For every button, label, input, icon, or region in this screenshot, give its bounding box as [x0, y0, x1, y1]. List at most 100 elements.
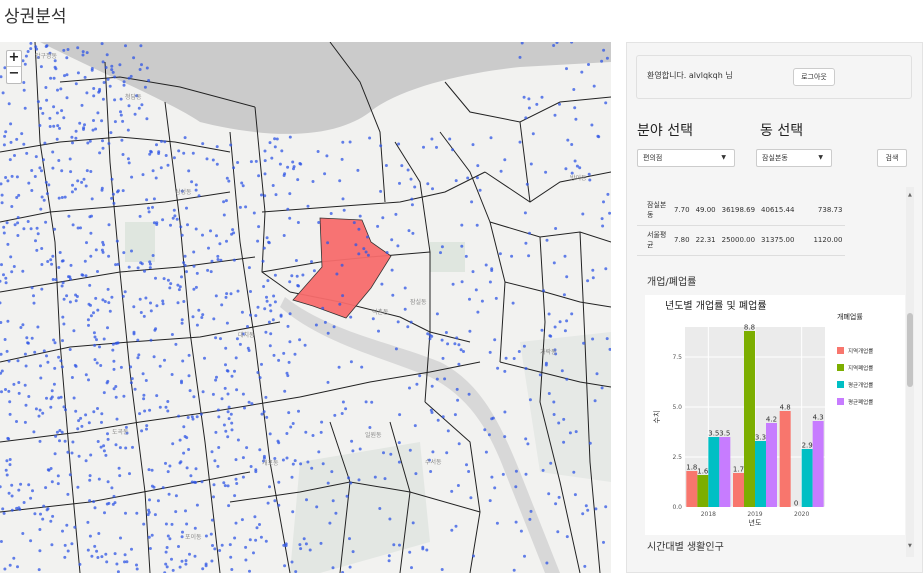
store-dot: [142, 522, 146, 526]
store-dot: [187, 448, 191, 451]
store-dot: [76, 179, 80, 183]
store-dot: [8, 158, 12, 162]
scrollbar-thumb[interactable]: [907, 313, 913, 387]
store-dot: [316, 150, 320, 153]
store-dot: [140, 103, 144, 107]
store-dot: [293, 459, 297, 463]
store-dot: [123, 560, 126, 564]
store-dot: [192, 264, 196, 268]
store-dot: [58, 439, 61, 443]
store-dot: [62, 322, 66, 326]
zoom-out-button[interactable]: −: [7, 67, 21, 83]
store-dot: [206, 268, 210, 272]
store-dot: [10, 205, 14, 208]
store-dot: [111, 348, 115, 352]
store-dot: [349, 315, 353, 319]
store-dot: [282, 234, 286, 237]
store-dot: [3, 134, 7, 138]
store-dot: [184, 509, 187, 513]
store-dot: [15, 196, 19, 199]
store-dot: [161, 302, 165, 306]
search-button[interactable]: 검색: [877, 149, 907, 167]
store-dot: [278, 162, 282, 166]
store-dot: [71, 223, 75, 227]
store-dot: [85, 51, 89, 55]
store-dot: [170, 373, 174, 376]
store-dot: [23, 420, 27, 424]
store-dot: [253, 515, 257, 519]
results-scrollbar[interactable]: [906, 187, 914, 557]
store-dot: [234, 521, 238, 525]
store-dot: [57, 266, 61, 269]
store-dot: [271, 318, 275, 322]
store-dot: [291, 510, 295, 514]
store-dot: [552, 261, 556, 265]
store-dot: [128, 472, 131, 476]
store-dot: [70, 190, 74, 194]
data-label: 2.9: [802, 442, 813, 450]
store-dot: [341, 400, 345, 404]
store-dot: [195, 503, 199, 507]
store-dot: [80, 424, 84, 428]
store-dot: [96, 556, 100, 559]
store-dot: [74, 136, 78, 140]
data-label: 1.8: [686, 464, 697, 472]
store-dot: [51, 150, 55, 154]
store-dot: [45, 508, 49, 512]
district-label: 대치동: [238, 331, 255, 339]
dong-select[interactable]: 잠실본동 ▼: [756, 149, 832, 167]
store-dot: [4, 276, 8, 280]
store-dot: [39, 106, 43, 110]
store-dot: [7, 437, 11, 441]
store-dot: [517, 350, 521, 353]
store-dot: [590, 123, 594, 127]
table-cell: 49.00: [695, 205, 716, 214]
results-scroll-area[interactable]: 잠실본동 7.70 49.00 36198.69 40615.44 738.73…: [637, 187, 913, 572]
store-dot: [574, 430, 578, 434]
data-label: 0: [794, 500, 798, 508]
population-section-label: 시간대별 생활인구: [647, 542, 724, 553]
store-dot: [331, 499, 335, 503]
store-dot: [328, 521, 332, 525]
store-dot: [572, 470, 576, 474]
store-dot: [499, 169, 503, 173]
store-dot: [32, 301, 36, 305]
store-dot: [223, 484, 227, 488]
category-select[interactable]: 편의점 ▼: [637, 149, 735, 167]
store-dot: [92, 119, 95, 122]
store-dot: [232, 166, 236, 170]
store-dot: [38, 124, 42, 127]
store-dot: [299, 547, 303, 551]
store-dot: [451, 282, 455, 286]
store-dot: [194, 183, 198, 187]
store-dot: [16, 221, 20, 225]
logout-button[interactable]: 로그아웃: [793, 68, 835, 86]
store-dot: [121, 119, 125, 123]
store-dot: [398, 181, 401, 185]
store-dot: [100, 420, 103, 424]
store-dot: [177, 288, 181, 292]
scroll-down-icon[interactable]: ▼: [908, 543, 912, 549]
scroll-up-icon[interactable]: ▲: [908, 192, 912, 198]
store-dot: [261, 259, 265, 263]
zoom-in-button[interactable]: +: [7, 51, 21, 67]
store-dot: [285, 456, 289, 460]
district-label: 방이동: [570, 174, 587, 182]
store-dot: [58, 126, 61, 130]
map-canvas[interactable]: 압구정동청담동삼성동대치동도곡동개포동 일원동수서동 잠실동 방이동석촌동가락동포이동: [0, 42, 611, 573]
store-dot: [216, 254, 220, 258]
store-dot: [1, 507, 5, 511]
store-dot: [588, 441, 592, 445]
store-dot: [410, 203, 414, 207]
store-dot: [387, 554, 391, 558]
store-dot: [436, 418, 440, 422]
store-dot: [593, 399, 597, 403]
store-dot: [229, 143, 233, 147]
store-dot: [254, 470, 258, 474]
store-dot: [0, 485, 2, 489]
map-view[interactable]: 압구정동 청담동 삼성동 대치동 도곡동 개포동 일원동 수서동 잠실동 방이동 석촌동 가락동 포이동…: [0, 42, 611, 573]
store-dot: [94, 127, 98, 131]
store-dot: [340, 263, 344, 267]
store-dot: [560, 369, 564, 373]
store-dot: [194, 481, 197, 484]
